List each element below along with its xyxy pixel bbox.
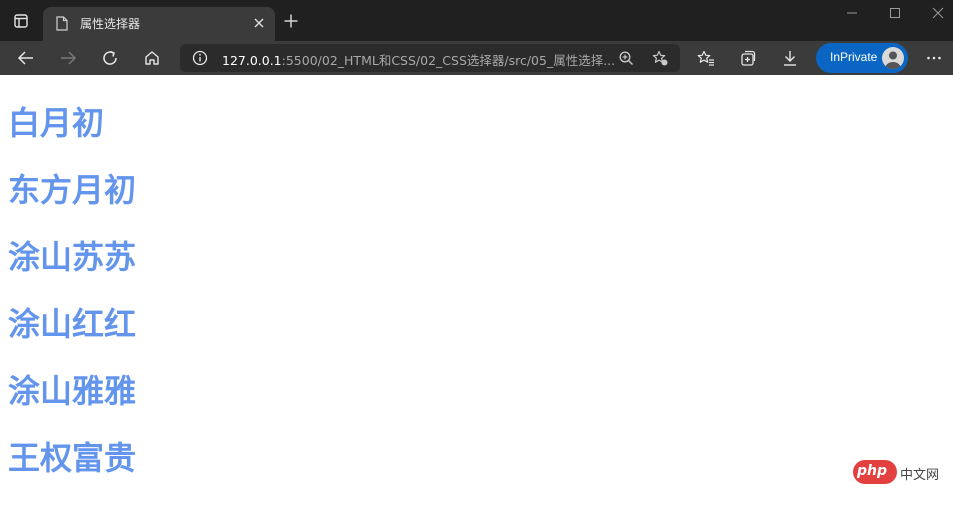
heading-5: 涂山雅雅 <box>8 372 137 410</box>
heading-3: 涂山苏苏 <box>8 238 137 276</box>
star-add-icon[interactable] <box>652 50 668 66</box>
browser-title-bar: 属性选择器 <box>0 0 953 41</box>
url-path: :5500/02_HTML和CSS/02_CSS选择器/src/05_属性选择.… <box>281 53 616 68</box>
heading-4: 涂山红红 <box>8 305 137 343</box>
download-icon[interactable] <box>781 49 799 67</box>
home-icon[interactable] <box>143 49 161 67</box>
url-host: 127.0.0.1 <box>222 53 282 68</box>
tab-title: 属性选择器 <box>80 17 141 31</box>
tab-attribute-selector[interactable]: 属性选择器 <box>43 7 275 41</box>
file-icon <box>56 16 68 31</box>
url-text[interactable]: 127.0.0.1:5500/02_HTML和CSS/02_CSS选择器/src… <box>222 50 615 69</box>
page-content: 白月初 东方月初 涂山苏苏 涂山红红 涂山雅雅 王权富贵 <box>8 75 908 478</box>
info-icon[interactable] <box>192 50 208 66</box>
window-icon[interactable] <box>14 14 28 28</box>
more-icon[interactable] <box>925 49 943 67</box>
heading-2: 东方月初 <box>8 171 137 209</box>
forward-arrow-icon[interactable] <box>59 49 77 67</box>
refresh-icon[interactable] <box>101 49 119 67</box>
php-logo: php <box>853 460 897 484</box>
minimize-icon[interactable] <box>845 6 859 20</box>
php-cn-watermark: php 中文网 <box>853 460 945 484</box>
inprivate-label: InPrivate <box>830 50 878 64</box>
address-bar[interactable]: 127.0.0.1:5500/02_HTML和CSS/02_CSS选择器/src… <box>180 44 680 72</box>
maximize-icon[interactable] <box>888 6 902 20</box>
back-arrow-icon[interactable] <box>17 49 35 67</box>
browser-toolbar: 127.0.0.1:5500/02_HTML和CSS/02_CSS选择器/src… <box>0 41 953 75</box>
person-icon <box>885 51 901 69</box>
plus-icon[interactable] <box>284 14 298 28</box>
watermark-site-text: 中文网 <box>900 468 940 483</box>
close-icon[interactable] <box>253 17 265 29</box>
php-logo-text: php <box>857 463 888 479</box>
zoom-icon[interactable] <box>618 50 634 66</box>
inprivate-button[interactable]: InPrivate <box>816 43 908 73</box>
favorites-icon[interactable] <box>697 49 715 67</box>
heading-6: 王权富贵 <box>8 439 137 477</box>
collections-icon[interactable] <box>739 49 757 67</box>
heading-1: 白月初 <box>8 104 105 142</box>
avatar <box>882 47 904 69</box>
window-close-icon[interactable] <box>931 6 945 20</box>
